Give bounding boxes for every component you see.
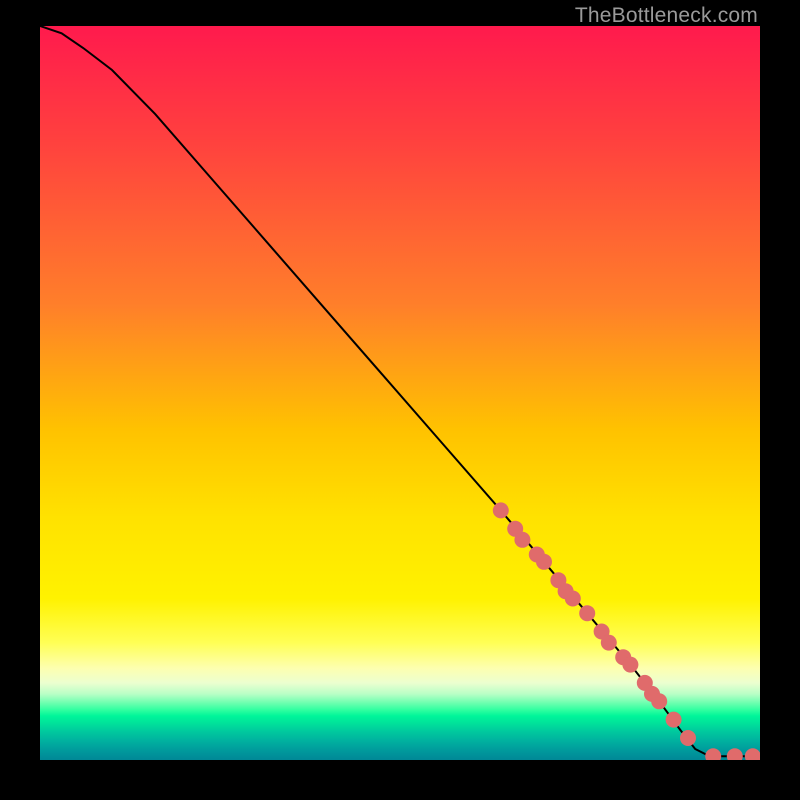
plot-area (40, 26, 760, 760)
data-marker (745, 748, 760, 760)
data-marker (622, 657, 638, 673)
chart-overlay (40, 26, 760, 760)
performance-curve (40, 26, 760, 756)
data-marker (727, 748, 743, 760)
data-marker (514, 532, 530, 548)
data-marker (493, 502, 509, 518)
data-marker (601, 635, 617, 651)
data-marker (579, 605, 595, 621)
watermark-text: TheBottleneck.com (575, 4, 758, 28)
data-marker (705, 748, 721, 760)
marker-group (493, 502, 760, 760)
data-marker (666, 712, 682, 728)
chart-frame: TheBottleneck.com (0, 0, 800, 800)
data-marker (536, 554, 552, 570)
data-marker (651, 693, 667, 709)
data-marker (565, 591, 581, 607)
data-marker (680, 730, 696, 746)
